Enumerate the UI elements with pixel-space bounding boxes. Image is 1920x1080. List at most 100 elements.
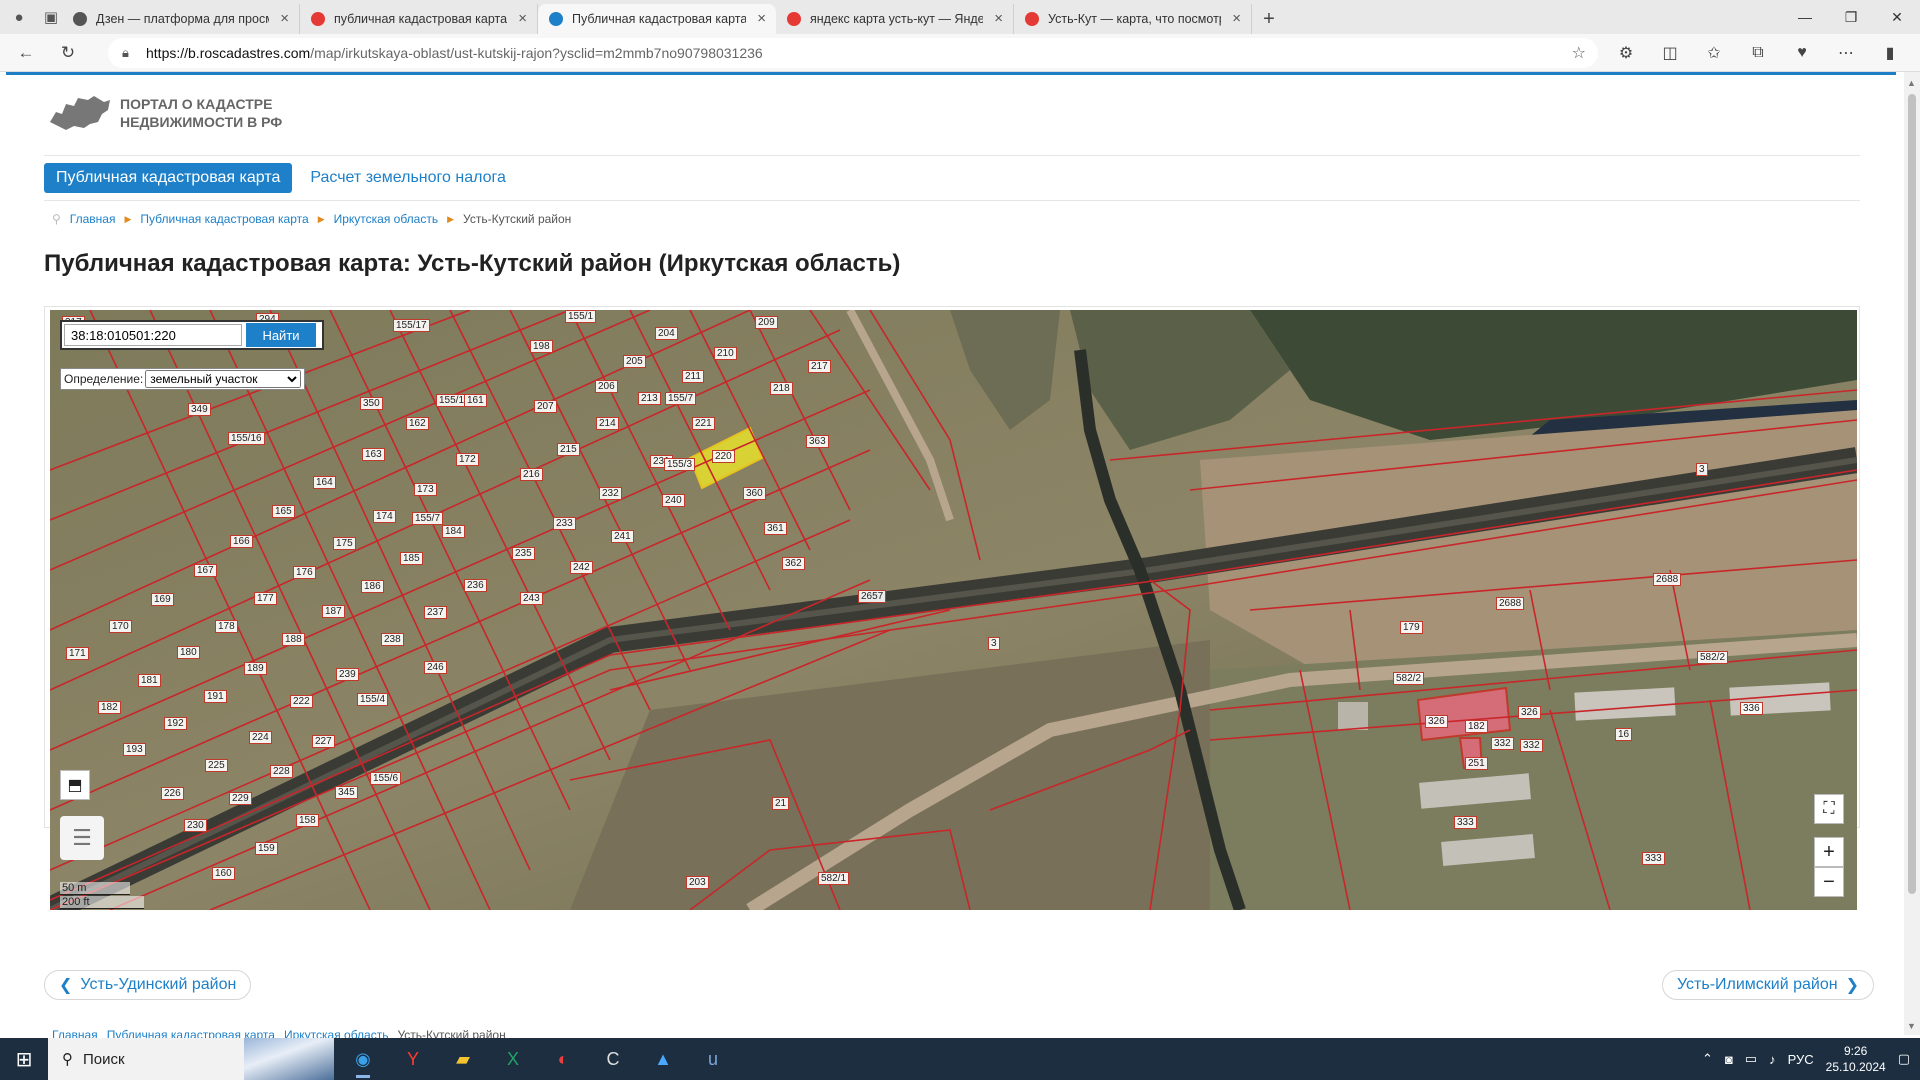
- fullscreen-icon[interactable]: ⛶: [1814, 794, 1844, 824]
- close-tab-icon[interactable]: ×: [518, 10, 527, 27]
- scroll-down-icon[interactable]: ▼: [1907, 1021, 1916, 1031]
- parcel-number-label: 242: [570, 561, 593, 574]
- taskbar-search[interactable]: ⚲ Поиск: [48, 1038, 334, 1080]
- parcel-number-label: 166: [230, 535, 253, 548]
- favorites-icon[interactable]: ✩: [1696, 38, 1732, 68]
- close-tab-icon[interactable]: ×: [994, 10, 1003, 27]
- parcel-number-label: 363: [806, 435, 829, 448]
- file-explorer-icon[interactable]: ▰: [438, 1038, 488, 1080]
- media-app-icon[interactable]: ◐: [538, 1038, 588, 1080]
- parcel-number-label: 225: [205, 759, 228, 772]
- browser-tab[interactable]: публичная кадастровая карта ус ×: [300, 4, 538, 34]
- breadcrumb-cadastral-map[interactable]: Публичная кадастровая карта: [140, 212, 308, 226]
- breadcrumb-home[interactable]: Главная: [70, 212, 116, 226]
- back-icon[interactable]: ←: [10, 37, 42, 69]
- parcel-number-label: 350: [360, 397, 383, 410]
- clock[interactable]: 9:26 25.10.2024: [1826, 1043, 1886, 1075]
- browser-tab[interactable]: Усть-Кут — карта, что посмотре ×: [1014, 4, 1252, 34]
- browser-tab-bar: ● ▣ Дзен — платформа для просмот × публи…: [0, 0, 1920, 34]
- clock-time: 9:26: [1843, 1044, 1868, 1058]
- scale-meters: 50 m: [60, 882, 130, 895]
- breadcrumb-current: Усть-Кутский район: [463, 212, 572, 226]
- layers-icon[interactable]: ☰: [60, 816, 104, 860]
- minimize-icon[interactable]: —: [1782, 0, 1828, 34]
- more-menu-icon[interactable]: ⋯: [1828, 38, 1864, 68]
- tab-title: Усть-Кут — карта, что посмотре: [1048, 12, 1221, 26]
- camera-icon[interactable]: ◙: [1725, 1052, 1733, 1067]
- parcel-number-label: 349: [188, 403, 211, 416]
- browser-tab-active[interactable]: Публичная кадастровая карта: У ×: [538, 4, 776, 34]
- split-screen-icon[interactable]: ◫: [1652, 38, 1688, 68]
- favorite-star-icon[interactable]: ☆: [1572, 43, 1586, 63]
- profile-icon[interactable]: ●: [8, 6, 30, 28]
- notifications-icon[interactable]: ▢: [1898, 1051, 1910, 1067]
- browser-tab[interactable]: Дзен — платформа для просмот ×: [62, 4, 300, 34]
- chevron-right-icon: ❯: [1845, 977, 1859, 994]
- url-field[interactable]: 🔒︎ https://b.roscadastres.com/map/irkuts…: [108, 38, 1598, 68]
- measure-icon[interactable]: ⬒: [60, 770, 90, 800]
- chevron-up-icon[interactable]: ⌃: [1702, 1051, 1713, 1067]
- photos-icon[interactable]: ▲: [638, 1038, 688, 1080]
- find-button[interactable]: Найти: [246, 323, 316, 347]
- close-tab-icon[interactable]: ×: [280, 10, 289, 27]
- browser-tab[interactable]: яндекс карта усть-кут — Яндекс ×: [776, 4, 1014, 34]
- parcel-number-label: 162: [406, 417, 429, 430]
- cadastral-number-input[interactable]: [64, 324, 242, 346]
- parcel-number-label: 155/1: [565, 310, 597, 323]
- new-tab-button[interactable]: +: [1252, 4, 1286, 34]
- parcel-number-label: 155/7: [665, 392, 697, 405]
- parcel-number-label: 2688: [1653, 573, 1682, 586]
- network-icon[interactable]: ▭: [1745, 1051, 1757, 1067]
- prev-district-link[interactable]: ❮ Усть-Удинский район: [44, 970, 252, 1000]
- parcel-number-label: 184: [442, 525, 465, 538]
- lock-icon[interactable]: 🔒︎: [122, 45, 129, 61]
- scroll-up-icon[interactable]: ▲: [1907, 78, 1916, 88]
- parcel-number-label: 170: [109, 620, 132, 633]
- close-tab-icon[interactable]: ×: [1232, 10, 1241, 27]
- browser-essentials-icon[interactable]: ♥: [1784, 38, 1820, 68]
- ccleaner-icon[interactable]: C: [588, 1038, 638, 1080]
- parcel-number-label: 582/2: [1393, 672, 1425, 685]
- zoom-out-button[interactable]: −: [1814, 867, 1844, 897]
- parcel-number-label: 216: [520, 468, 543, 481]
- reload-icon[interactable]: ↻: [52, 37, 84, 69]
- zoom-in-button[interactable]: +: [1814, 837, 1844, 867]
- definition-select[interactable]: земельный участок: [145, 370, 302, 388]
- extensions-icon[interactable]: ⚙: [1608, 38, 1644, 68]
- app-icon[interactable]: u: [688, 1038, 738, 1080]
- volume-icon[interactable]: ♪: [1769, 1052, 1776, 1067]
- location-pin-icon: ⚲: [52, 212, 61, 226]
- menu-item-land-tax[interactable]: Расчет земельного налога: [306, 163, 510, 193]
- sidebar-toggle-icon[interactable]: ▮: [1872, 38, 1908, 68]
- parcel-number-label: 227: [312, 735, 335, 748]
- language-indicator[interactable]: РУС: [1788, 1052, 1814, 1067]
- restore-icon[interactable]: ❐: [1828, 0, 1874, 34]
- tab-title: публичная кадастровая карта ус: [334, 12, 507, 26]
- parcel-number-label: 173: [414, 483, 437, 496]
- cadastral-map[interactable]: 317155/17294155/120420919820521021721121…: [50, 310, 1857, 910]
- parcel-number-label: 155/17: [393, 319, 430, 332]
- parcel-number-label: 582/2: [1697, 651, 1729, 664]
- next-district-link[interactable]: Усть-Илимский район ❯: [1661, 970, 1874, 1000]
- definition-control: Определение: земельный участок: [60, 368, 306, 390]
- page-scrollbar[interactable]: ▲ ▼: [1904, 72, 1920, 1035]
- edge-icon[interactable]: ◉: [338, 1038, 388, 1080]
- menu-item-cadastral-map[interactable]: Публичная кадастровая карта: [44, 163, 293, 193]
- windows-start-icon[interactable]: ⊞: [0, 1038, 48, 1080]
- parcel-number-label: 210: [714, 347, 737, 360]
- close-tab-icon[interactable]: ×: [757, 10, 766, 27]
- parcel-number-label: 16: [1615, 728, 1633, 741]
- scroll-thumb[interactable]: [1908, 94, 1916, 894]
- excel-icon[interactable]: X: [488, 1038, 538, 1080]
- site-logo[interactable]: Портал о кадастре недвижимости в РФ: [48, 92, 282, 134]
- breadcrumb-region[interactable]: Иркутская область: [334, 212, 439, 226]
- collections-icon[interactable]: ⧉: [1740, 38, 1776, 68]
- yandex-browser-icon[interactable]: Y: [388, 1038, 438, 1080]
- parcel-number-label: 336: [1740, 702, 1763, 715]
- parcel-number-label: 188: [282, 633, 305, 646]
- tab-actions-icon[interactable]: ▣: [40, 6, 62, 28]
- parcel-number-label: 236: [464, 579, 487, 592]
- close-window-icon[interactable]: ✕: [1874, 0, 1920, 34]
- page-title: Публичная кадастровая карта: Усть-Кутски…: [44, 250, 901, 277]
- parcel-number-label: 333: [1454, 816, 1477, 829]
